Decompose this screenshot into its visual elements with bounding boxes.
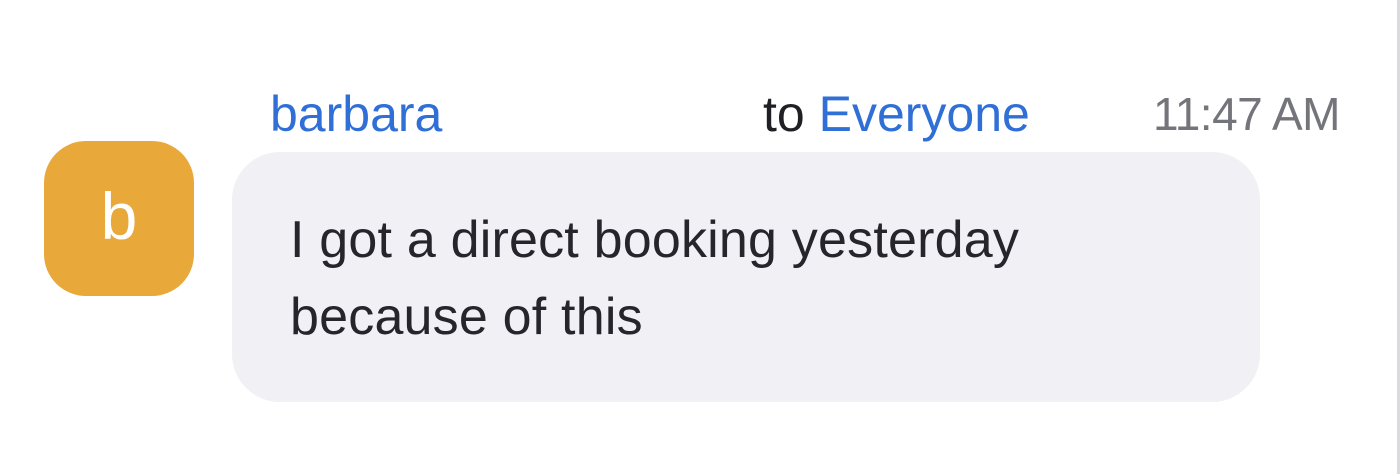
message-header: barbara to Everyone 11:47 AM [270,82,1340,142]
message-text: I got a direct booking yesterday because… [290,211,1020,346]
message-timestamp: 11:47 AM [1153,88,1340,140]
recipient-link[interactable]: Everyone [819,86,1030,142]
avatar[interactable]: b [44,141,194,296]
avatar-initial: b [100,178,138,253]
recipient-line: to Everyone [763,86,1030,142]
chat-panel: b barbara to Everyone 11:47 AM I got a d… [0,0,1400,474]
sender-name-link[interactable]: barbara [270,86,442,142]
message-bubble[interactable]: I got a direct booking yesterday because… [232,152,1260,402]
recipient-prefix: to [763,86,819,142]
chat-message: b barbara to Everyone 11:47 AM I got a d… [0,0,1396,474]
